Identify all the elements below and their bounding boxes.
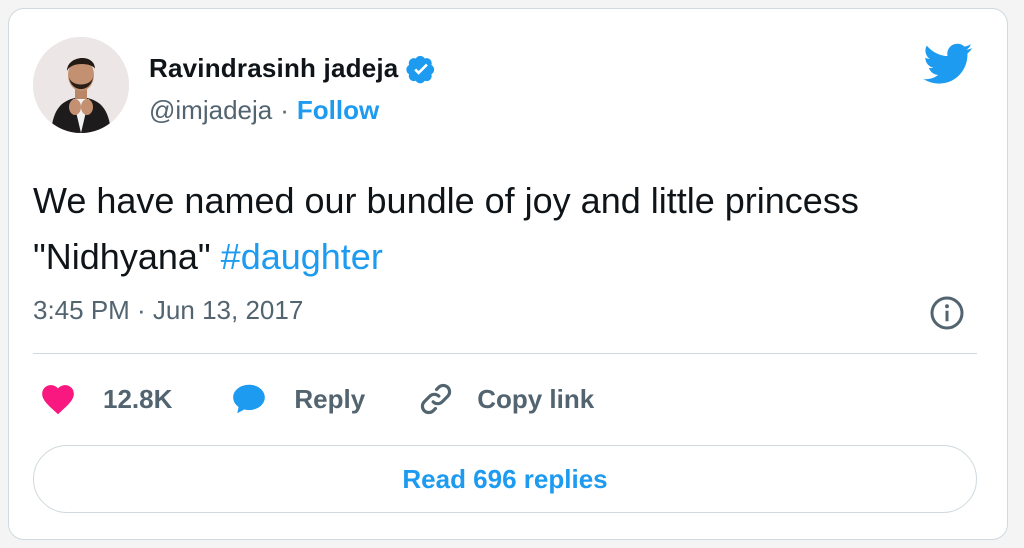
heart-icon bbox=[42, 385, 74, 415]
divider bbox=[33, 353, 977, 354]
info-icon[interactable] bbox=[929, 295, 965, 331]
speech-bubble-icon bbox=[233, 384, 266, 414]
follow-button[interactable]: Follow bbox=[297, 95, 379, 126]
tweet-timestamp[interactable]: 3:45 PM · Jun 13, 2017 bbox=[33, 295, 303, 326]
avatar-portrait bbox=[33, 37, 129, 133]
reply-label: Reply bbox=[294, 383, 366, 414]
hashtag-link[interactable]: #daughter bbox=[221, 236, 383, 277]
verified-badge-icon bbox=[406, 55, 435, 83]
author-handle-row: @imjadeja · Follow bbox=[149, 95, 379, 126]
separator-dot: · bbox=[280, 95, 289, 125]
tweet-actions: 12.8K Reply Copy link bbox=[39, 377, 594, 421]
author-handle[interactable]: @imjadeja bbox=[149, 95, 272, 126]
tweet-body: We have named our bundle of joy and litt… bbox=[33, 180, 859, 277]
reply-button[interactable]: Reply bbox=[230, 380, 365, 418]
like-count: 12.8K bbox=[103, 383, 173, 414]
copy-link-label: Copy link bbox=[477, 383, 595, 414]
like-button[interactable]: 12.8K bbox=[39, 380, 172, 418]
author-avatar[interactable] bbox=[33, 37, 129, 133]
tweet-text: We have named our bundle of joy and litt… bbox=[33, 173, 933, 285]
tweet-embed-card: Ravindrasinh jadeja @imjadeja · Follow W… bbox=[8, 8, 1008, 540]
twitter-icon[interactable] bbox=[923, 43, 973, 85]
copy-link-button[interactable]: Copy link bbox=[417, 380, 594, 418]
read-replies-button[interactable]: Read 696 replies bbox=[33, 445, 977, 513]
author-name-row: Ravindrasinh jadeja bbox=[149, 53, 436, 84]
link-icon bbox=[421, 383, 452, 415]
author-name[interactable]: Ravindrasinh jadeja bbox=[149, 53, 398, 84]
